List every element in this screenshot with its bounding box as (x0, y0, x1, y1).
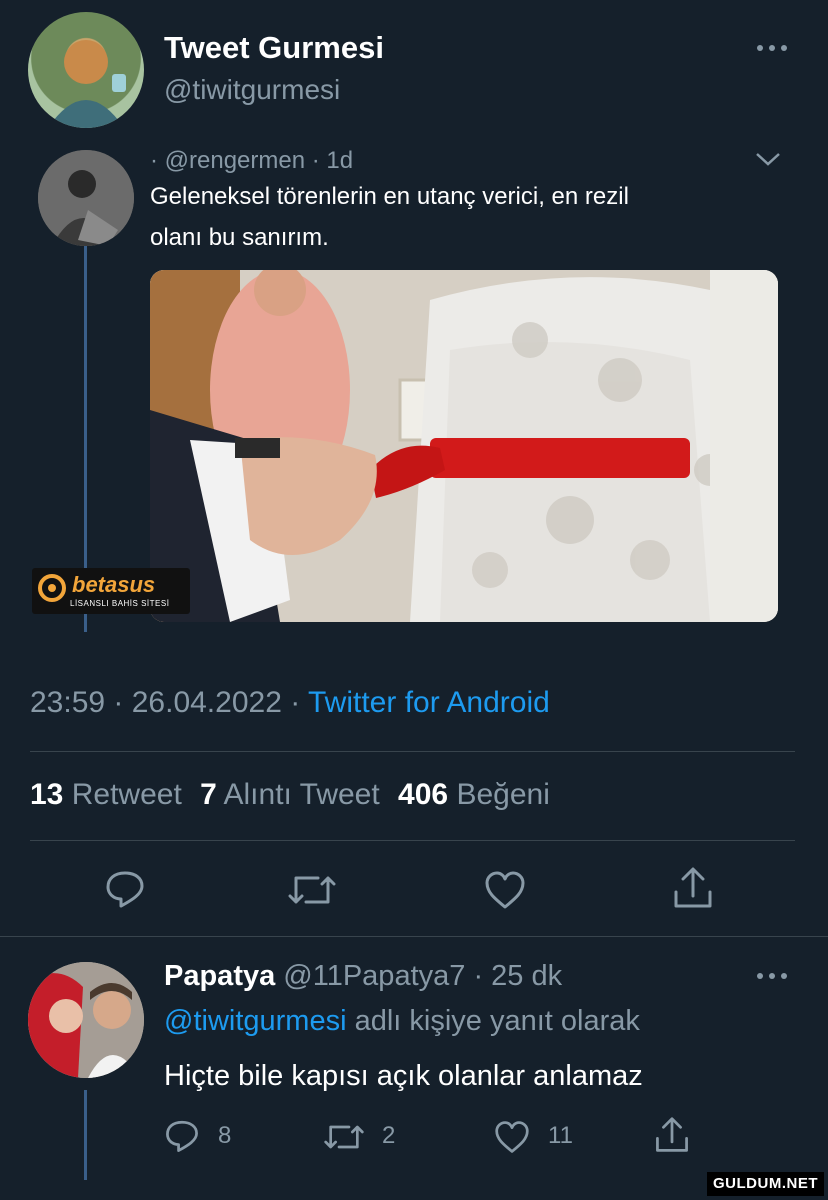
like-stat[interactable]: 406 Beğeni (398, 778, 550, 811)
reply-reply-icon (166, 1120, 198, 1152)
reply-icon[interactable] (104, 868, 146, 910)
reply-action-bar: 8 2 11 (164, 1116, 704, 1158)
replying-to-suffix: adlı kişiye yanıt olarak (354, 1005, 640, 1037)
divider-top (30, 751, 795, 752)
reply-text: Hiçte bile kapısı açık olanlar anlamaz (164, 1060, 643, 1092)
share-icon[interactable] (672, 866, 714, 910)
retweet-icon[interactable] (288, 870, 336, 910)
photo-watermark: betasus LİSANSLI BAHİS SİTESİ (32, 568, 190, 614)
quoted-text-line1: Geleneksel törenlerin en utanç verici, e… (150, 183, 629, 210)
reply-avatar[interactable] (28, 962, 144, 1078)
reply-thread-line (84, 1090, 87, 1180)
quote-tweet-stat[interactable]: 7 Alıntı Tweet (200, 778, 388, 811)
reply-reply-count: 8 (218, 1122, 232, 1149)
main-display-name[interactable]: Tweet Gurmesi (164, 30, 384, 66)
timestamp-row: 23:59 · 26.04.2022 · Twitter for Android (30, 686, 550, 720)
site-watermark: GULDUM.NET (707, 1172, 824, 1196)
more-options-icon[interactable] (754, 40, 790, 56)
timestamp: 23:59 · 26.04.2022 · (30, 686, 301, 719)
watermark-brand: betasus (72, 572, 156, 597)
main-handle[interactable]: @tiwitgurmesi (164, 74, 340, 106)
quoted-text-line2: olanı bu sanırım. (150, 224, 329, 251)
like-count: 406 (398, 778, 449, 811)
reply-display-name[interactable]: Papatya (164, 960, 275, 992)
betasus-logo-icon (38, 574, 66, 602)
quote-tweet-count: 7 (200, 778, 217, 811)
reply-header: Papatya @11Papatya7 · 25 dk (164, 960, 562, 993)
source-link[interactable]: Twitter for Android (308, 686, 550, 719)
like-label: Beğeni (456, 778, 550, 811)
reply-share-icon[interactable] (654, 1116, 690, 1154)
like-icon[interactable] (484, 870, 526, 910)
replying-to-handle[interactable]: @tiwitgurmesi (164, 1005, 347, 1037)
quote-tweet-label: Alıntı Tweet (223, 778, 380, 811)
divider-section (0, 936, 828, 937)
watermark-subtitle: LİSANSLI BAHİS SİTESİ (70, 599, 170, 608)
reply-like-count: 11 (548, 1122, 573, 1149)
reply-like-icon (495, 1121, 529, 1153)
chevron-down-icon[interactable] (754, 150, 782, 168)
quoted-avatar[interactable] (38, 150, 134, 246)
replying-to-line: @tiwitgurmesi adlı kişiye yanıt olarak (164, 1005, 640, 1038)
reply-retweet-icon (324, 1125, 364, 1149)
reply-more-options-icon[interactable] (754, 968, 790, 984)
retweet-stat[interactable]: 13 Retweet (30, 778, 190, 811)
divider-bottom (30, 840, 795, 841)
site-watermark-text: GULDUM.NET (713, 1175, 818, 1192)
retweet-label: Retweet (71, 778, 182, 811)
stats-row: 13 Retweet 7 Alıntı Tweet 406 Beğeni (30, 778, 550, 812)
quoted-photo[interactable] (150, 270, 778, 622)
retweet-count: 13 (30, 778, 64, 811)
reply-handle-time[interactable]: @11Papatya7 · 25 dk (283, 960, 562, 992)
reply-retweet-count: 2 (382, 1122, 396, 1149)
quoted-meta: · @rengermen · 1d (150, 147, 354, 174)
main-avatar[interactable] (28, 12, 144, 128)
